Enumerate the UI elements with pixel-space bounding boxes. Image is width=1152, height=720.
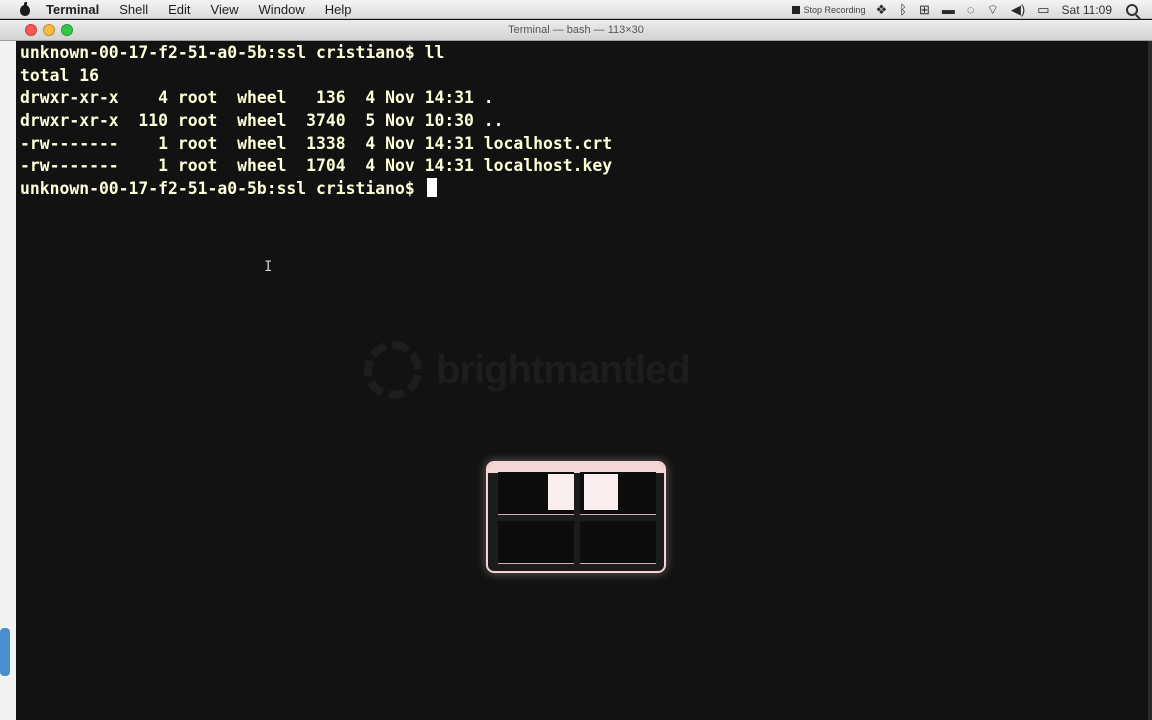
menu-window[interactable]: Window <box>259 2 305 17</box>
terminal-line: total 16 <box>20 65 99 85</box>
spaces-icon[interactable]: ⊞ <box>919 0 930 19</box>
terminal-prompt-line[interactable]: unknown-00-17-f2-51-a0-5b:ssl cristiano$ <box>20 178 1152 201</box>
space-3[interactable] <box>498 521 574 564</box>
spotlight-search-icon[interactable] <box>1126 3 1138 16</box>
terminal-line: unknown-00-17-f2-51-a0-5b:ssl cristiano$… <box>20 43 445 62</box>
text-cursor <box>426 178 437 198</box>
space-window-thumbnail <box>548 474 574 510</box>
minimize-button[interactable] <box>43 24 55 36</box>
menu-view[interactable]: View <box>211 2 239 17</box>
menu-extras: Stop Recording ❖ ᛒ ⊞ ▬ ◌ ⌔ ◀) ▭ Sat 11:0… <box>791 0 1152 19</box>
menu-help[interactable]: Help <box>325 2 352 17</box>
stop-recording-button[interactable]: Stop Recording <box>791 4 866 15</box>
stop-square-icon <box>791 5 800 14</box>
battery-icon[interactable]: ▭ <box>1037 0 1049 19</box>
terminal-line: -rw------- 1 root wheel 1704 4 Nov 14:31… <box>20 156 613 176</box>
window-title: Terminal — bash — 113×30 <box>508 24 644 36</box>
sync-icon[interactable]: ❖ <box>876 0 888 19</box>
bluetooth-icon[interactable]: ᛒ <box>899 0 907 19</box>
space-2[interactable] <box>580 472 656 515</box>
menu-clock[interactable]: Sat 11:09 <box>1062 3 1112 17</box>
terminal-line: drwxr-xr-x 110 root wheel 3740 5 Nov 10:… <box>20 111 504 131</box>
close-button[interactable] <box>25 24 37 36</box>
ibeam-cursor-icon: I <box>264 259 273 275</box>
spaces-grid <box>498 472 656 564</box>
space-window-thumbnail <box>584 474 618 510</box>
spaces-switcher-overlay <box>486 461 666 573</box>
space-4[interactable] <box>580 521 656 564</box>
volume-icon[interactable]: ◀) <box>1011 0 1025 19</box>
prompt-text: unknown-00-17-f2-51-a0-5b:ssl cristiano$ <box>20 179 425 199</box>
zoom-button[interactable] <box>61 24 73 36</box>
dock-edge-handle[interactable] <box>0 628 10 676</box>
menu-terminal[interactable]: Terminal <box>46 2 99 17</box>
time-machine-icon[interactable]: ◌ <box>967 0 975 19</box>
window-titlebar[interactable]: Terminal — bash — 113×30 <box>0 20 1152 41</box>
watermark-logo: brightmantled <box>364 341 691 399</box>
gear-logo-icon <box>364 341 422 399</box>
terminal-line: -rw------- 1 root wheel 1338 4 Nov 14:31… <box>20 133 613 153</box>
menu-bar: Terminal Shell Edit View Window Help Sto… <box>0 0 1152 19</box>
menu-edit[interactable]: Edit <box>168 2 190 17</box>
scrollbar[interactable] <box>1148 41 1152 720</box>
terminal-window: Terminal — bash — 113×30 unknown-00-17-f… <box>0 20 1152 720</box>
stop-recording-label: Stop Recording <box>803 4 866 15</box>
watermark-text: brightmantled <box>436 347 691 392</box>
display-icon[interactable]: ▬ <box>942 0 955 19</box>
terminal-output[interactable]: unknown-00-17-f2-51-a0-5b:ssl cristiano$… <box>0 41 1152 720</box>
apple-icon[interactable] <box>18 2 32 16</box>
space-1[interactable] <box>498 472 574 515</box>
menu-shell[interactable]: Shell <box>119 2 148 17</box>
terminal-line: drwxr-xr-x 4 root wheel 136 4 Nov 14:31 … <box>20 88 494 108</box>
wifi-icon[interactable]: ⌔ <box>987 0 999 19</box>
